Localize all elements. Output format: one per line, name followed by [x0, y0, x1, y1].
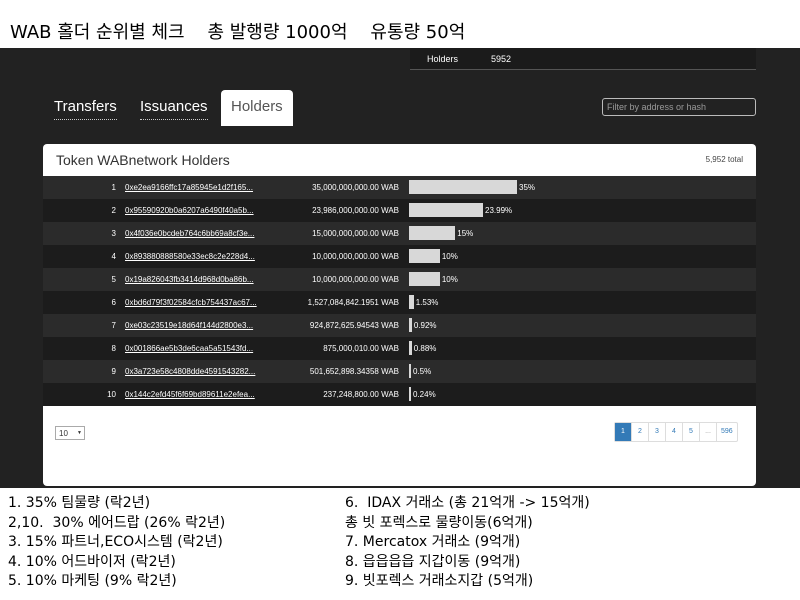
note-line: 4. 10% 어드바이저 (락2년): [8, 553, 176, 570]
holders-panel: Holders 5952 Transfers Issuances Holders…: [0, 48, 800, 488]
holder-rank: 4: [111, 252, 116, 261]
holder-amount: 23,986,000,000.00 WAB: [312, 206, 399, 215]
holder-share-bar: [409, 203, 484, 217]
holder-share-bar: [409, 249, 440, 263]
page-button-1[interactable]: 1: [615, 423, 632, 441]
holder-share-percent: 0.24%: [413, 390, 436, 399]
holder-row: 2 0x95590920b0a6207a6490f40a5b... 23,986,0…: [43, 199, 756, 222]
holder-amount: 10,000,000,000.00 WAB: [312, 252, 399, 261]
note-line: 8. 읍읍읍읍 지갑이동 (9억개): [345, 553, 521, 570]
holder-address-link[interactable]: 0x4f036e0bcdeb764c6bb69a8cf3e...: [125, 229, 273, 238]
note-line: 7. Mercatox 거래소 (9억개): [345, 534, 521, 550]
holder-rank: 7: [111, 321, 116, 330]
holder-share-bar: [409, 341, 412, 355]
holder-amount: 875,000,010.00 WAB: [323, 344, 399, 353]
holder-share-percent: 0.92%: [413, 321, 437, 330]
holder-rank: 9: [111, 367, 116, 376]
holder-row: 1 0xe2ea9166ffc17a85945e1d2f165... 35,000,…: [43, 176, 756, 199]
holder-address-link[interactable]: 0x893880888580e33ec8c2e228d4...: [125, 252, 273, 261]
holder-row: 9 0x3a723e58c4808dde4591543282... 501,652,…: [43, 360, 756, 383]
holder-row: 10 0x144c2efd45f6f69bd89611e2efea... 237,2…: [43, 383, 756, 406]
holder-amount: 924,872,625.94543 WAB: [309, 321, 399, 330]
page-button-3[interactable]: 3: [649, 423, 666, 441]
holder-rank: 1: [111, 183, 116, 192]
holder-share-bar: [409, 318, 412, 332]
holder-rank: 5: [111, 275, 116, 284]
page-button-2[interactable]: 2: [632, 423, 649, 441]
holder-share-percent: 10%: [441, 252, 458, 261]
holder-address-link[interactable]: 0xe03c23519e18d64f144d2800e3...: [125, 321, 273, 330]
page-button-596[interactable]: 596: [717, 423, 737, 441]
pagination-ellipsis: ...: [700, 423, 717, 441]
note-line: 5. 10% 마케팅 (9% 락2년): [8, 573, 177, 589]
holder-amount: 501,652,898.34358 WAB: [309, 367, 399, 376]
note-line: 1. 35% 팀물량 (락2년): [8, 495, 151, 511]
holder-share-bar: [409, 272, 440, 286]
holder-row: 7 0xe03c23519e18d64f144d2800e3... 924,872,…: [43, 314, 756, 337]
holder-amount: 237,248,800.00 WAB: [323, 390, 399, 399]
holder-share-bar: [409, 180, 517, 194]
holder-row: 6 0xbd6d79f3f02584cfcb754437ac67... 1,527,…: [43, 291, 756, 314]
holders-card: Token WABnetwork Holders 5,952 total 1 0x…: [43, 144, 756, 486]
note-line: 9. 빗포렉스 거래소지갑 (5억개): [345, 573, 534, 589]
holder-row: 4 0x893880888580e33ec8c2e228d4... 10,000,0…: [43, 245, 756, 268]
holder-address-link[interactable]: 0xe2ea9166ffc17a85945e1d2f165...: [125, 183, 273, 192]
page-button-4[interactable]: 4: [666, 423, 683, 441]
card-footer: 10 ▼ 1 2 3 4 5... 596: [43, 408, 756, 486]
pagination: 1 2 3 4 5... 596: [614, 422, 738, 442]
holder-share-percent: 1.53%: [415, 298, 439, 307]
holder-amount: 10,000,000,000.00 WAB: [312, 275, 399, 284]
note-line: 6. IDAX 거래소 (총 21억개 -> 15억개): [345, 495, 590, 511]
holder-row: 3 0x4f036e0bcdeb764c6bb69a8cf3e... 15,000,…: [43, 222, 756, 245]
notes-left-column: 1. 35% 팀물량 (락2년) 2,10. 30% 에어드랍 (26% 락2년)…: [8, 494, 225, 592]
holder-amount: 1,527,084,842.1951 WAB: [307, 298, 399, 307]
holder-address-link[interactable]: 0x19a826043fb3414d968d0ba86b...: [125, 275, 273, 284]
holders-count: 5952: [491, 54, 512, 64]
holders-summary-strip: Holders 5952: [410, 48, 756, 70]
notes-right-column: 6. IDAX 거래소 (총 21억개 -> 15억개) 총 빗 포렉스로 물량이…: [345, 494, 590, 592]
holder-rank: 8: [111, 344, 116, 353]
holder-address-link[interactable]: 0x3a723e58c4808dde4591543282...: [125, 367, 273, 376]
holders-total: 5,952 total: [705, 155, 743, 164]
note-line: 총 빗 포렉스로 물량이동(6억개): [345, 514, 533, 531]
holder-address-link[interactable]: 0x001866ae5b3de6caa5a51543fd...: [125, 344, 273, 353]
holder-share-bar: [409, 226, 456, 240]
holder-share-percent: 15%: [457, 229, 474, 238]
holder-share-bar: [409, 364, 411, 378]
holder-share-percent: 10%: [441, 275, 458, 284]
holder-share-percent: 0.5%: [413, 367, 432, 376]
card-header: Token WABnetwork Holders 5,952 total: [43, 144, 756, 176]
holder-rank: 10: [107, 390, 116, 399]
holder-address-link[interactable]: 0xbd6d79f3f02584cfcb754437ac67...: [125, 298, 273, 307]
holder-share-bar: [409, 295, 414, 309]
holder-address-link[interactable]: 0x144c2efd45f6f69bd89611e2efea...: [125, 390, 273, 399]
note-line: 2,10. 30% 에어드랍 (26% 락2년): [8, 514, 226, 531]
holder-rank: 3: [111, 229, 116, 238]
dropdown-arrow-icon: ▼: [77, 430, 82, 436]
page-header-text: WAB 홀더 순위별 체크 총 발행량 1000억 유통량 50억: [10, 22, 466, 43]
holder-amount: 35,000,000,000.00 WAB: [312, 183, 399, 192]
holders-label: Holders: [427, 54, 459, 64]
holder-share-bar: [409, 387, 411, 401]
holder-share-percent: 35%: [519, 183, 536, 192]
holders-table: 1 0xe2ea9166ffc17a85945e1d2f165... 35,000,…: [43, 176, 756, 406]
holder-rank: 6: [111, 298, 116, 307]
tab-issuances[interactable]: Issuances: [140, 98, 208, 120]
holder-amount: 15,000,000,000.00 WAB: [312, 229, 399, 238]
filter-input[interactable]: [602, 98, 756, 116]
page-size-value: 10: [59, 429, 68, 438]
page-size-select[interactable]: 10 ▼: [55, 426, 85, 440]
holder-row: 8 0x001866ae5b3de6caa5a51543fd... 875,000,…: [43, 337, 756, 360]
holder-share-percent: 23.99%: [485, 206, 513, 215]
tab-holders[interactable]: Holders: [221, 90, 293, 126]
holder-address-link[interactable]: 0x95590920b0a6207a6490f40a5b...: [125, 206, 273, 215]
page-summary: Summary of page is 98,051,859,176.48409 …: [232, 448, 568, 457]
holder-share-percent: 0.88%: [413, 344, 437, 353]
page-button-5[interactable]: 5: [683, 423, 700, 441]
note-line: 3. 15% 파트너,ECO시스템 (락2년): [8, 534, 223, 550]
holder-row: 5 0x19a826043fb3414d968d0ba86b... 10,000,0…: [43, 268, 756, 291]
holder-rank: 2: [111, 206, 116, 215]
tab-transfers[interactable]: Transfers: [54, 98, 117, 120]
card-title: Token WABnetwork Holders: [56, 152, 230, 168]
